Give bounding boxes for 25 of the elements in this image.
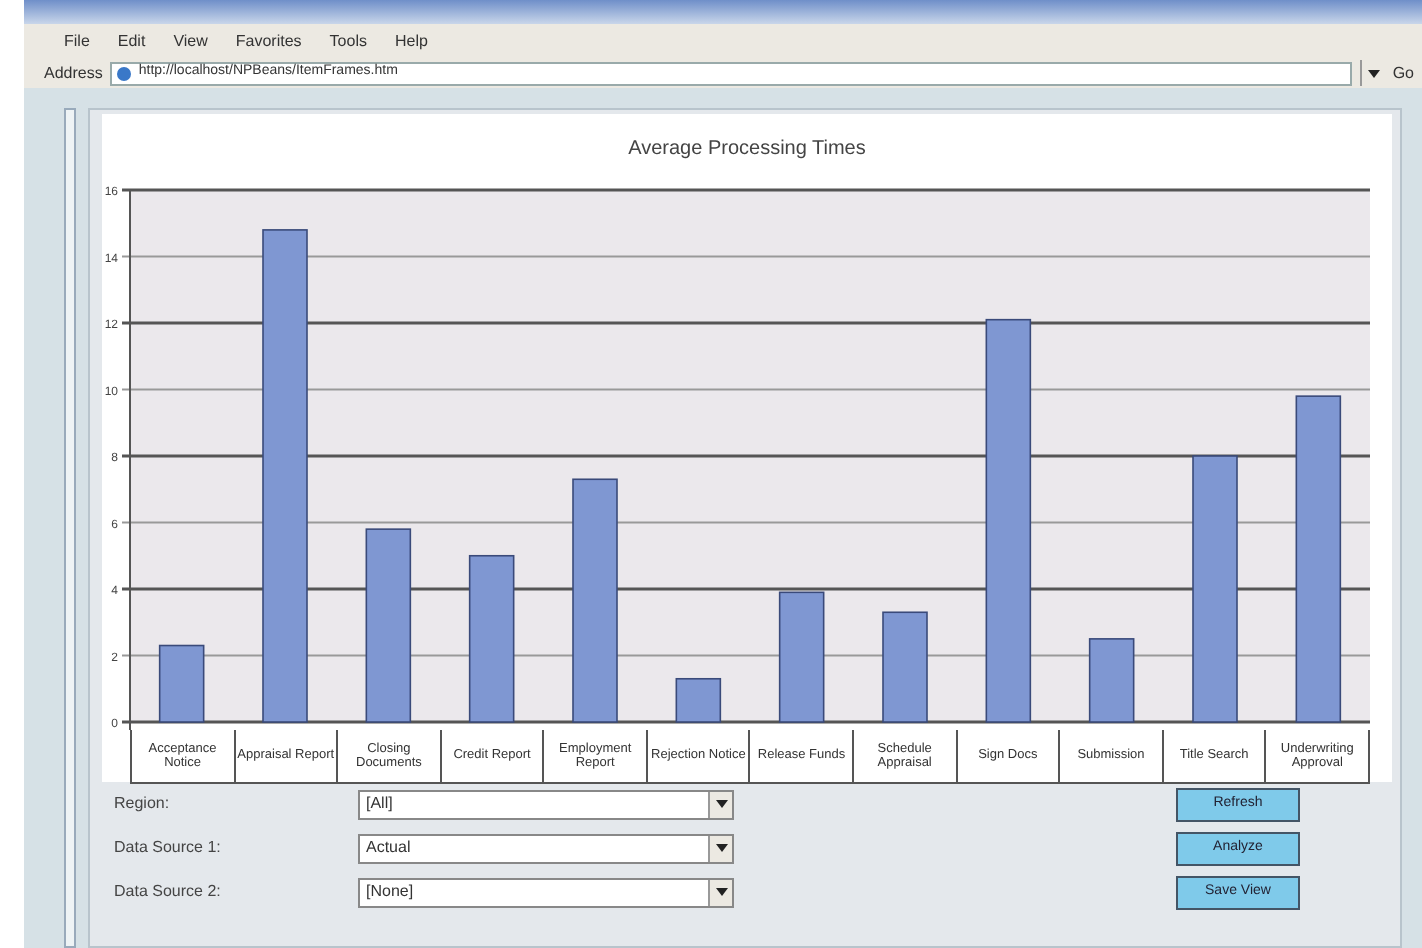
dropdown-field[interactable]: [None] bbox=[358, 877, 734, 907]
address-label: Address bbox=[44, 61, 103, 85]
dropdown-arrow-icon bbox=[715, 800, 727, 808]
bar bbox=[1088, 638, 1135, 723]
field-label: Region: bbox=[112, 792, 172, 816]
bar bbox=[158, 644, 205, 723]
dropdown-arrow-icon bbox=[715, 844, 727, 852]
bar bbox=[882, 611, 928, 723]
go-button[interactable]: Go bbox=[1392, 61, 1414, 85]
dropdown-arrow-icon[interactable] bbox=[1367, 69, 1380, 77]
menu-item[interactable]: Favorites bbox=[235, 29, 302, 53]
bar bbox=[675, 677, 722, 723]
bar bbox=[778, 591, 825, 723]
menu-item[interactable]: Edit bbox=[117, 29, 146, 53]
menu-item[interactable]: Help bbox=[394, 29, 428, 53]
field-label: Data Source 2: bbox=[112, 880, 223, 904]
menu-item[interactable]: Tools bbox=[329, 29, 367, 53]
field-label: Data Source 1: bbox=[112, 836, 223, 860]
menu-item[interactable]: View bbox=[173, 29, 208, 53]
dropdown-arrow-icon bbox=[715, 888, 727, 896]
dropdown-field[interactable]: [All] bbox=[358, 789, 734, 819]
page-icon bbox=[116, 65, 133, 81]
menu-item[interactable]: File bbox=[64, 29, 90, 53]
dropdown-field[interactable]: Actual bbox=[358, 833, 734, 863]
chart-title: Average Processing Times bbox=[626, 136, 868, 164]
